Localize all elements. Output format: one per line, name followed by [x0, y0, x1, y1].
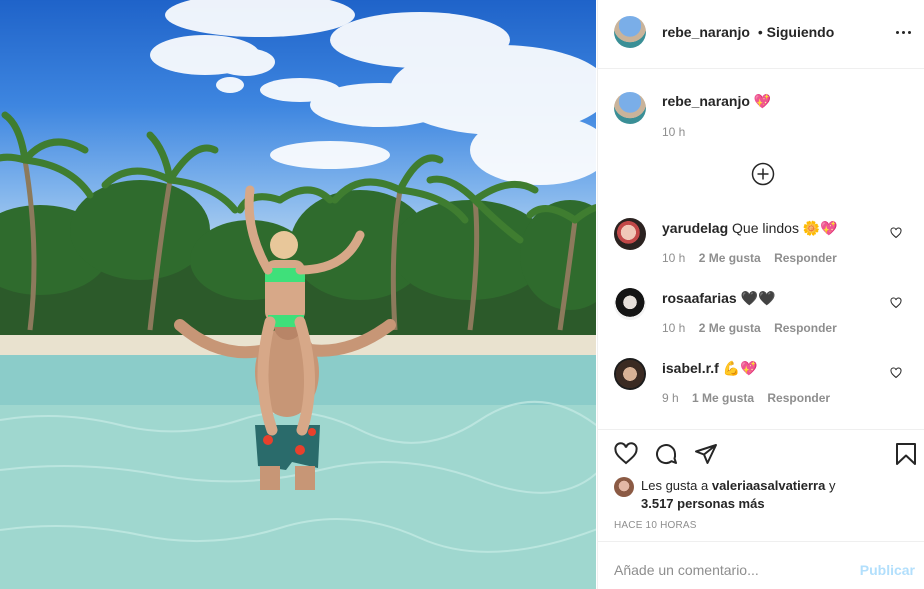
comment-time[interactable]: 10 h	[662, 251, 685, 265]
comment-line: isabel.r.f 💪💖	[662, 360, 758, 377]
avatar[interactable]	[614, 218, 646, 250]
caption-time[interactable]: 10 h	[662, 125, 685, 139]
avatar[interactable]	[614, 16, 646, 48]
comment-likes[interactable]: 1 Me gusta	[692, 391, 754, 405]
heart-icon[interactable]	[890, 367, 902, 379]
comment-username[interactable]: rosaafarias	[662, 290, 737, 306]
comment-text: 🖤🖤	[740, 290, 776, 306]
plus-circle-icon[interactable]	[751, 162, 775, 186]
caption: rebe_naranjo 💖	[662, 93, 771, 110]
reply-button[interactable]: Responder	[767, 391, 830, 405]
comment-username[interactable]: yarudelag	[662, 220, 728, 236]
likes-summary: Les gusta a valeriaasalvatierra y 3.517 …	[641, 477, 911, 513]
comment-line: yarudelag Que lindos 🌼💖	[662, 220, 838, 237]
comment-bubble-icon[interactable]	[654, 442, 678, 466]
likes-conj: y	[828, 478, 836, 493]
comment-line: rosaafarias 🖤🖤	[662, 290, 775, 307]
others-likes-link[interactable]: 3.517 personas más	[641, 496, 765, 511]
post-timestamp[interactable]: HACE 10 HORAS	[614, 520, 697, 531]
comment-text: Que lindos 🌼💖	[732, 220, 838, 236]
caption-avatar[interactable]	[614, 92, 646, 124]
comment-meta: 10 h 2 Me gusta Responder	[662, 251, 837, 265]
comment-likes[interactable]: 2 Me gusta	[699, 321, 761, 335]
heart-icon[interactable]	[890, 227, 902, 239]
header-username[interactable]: rebe_naranjo	[662, 24, 750, 40]
post-photo[interactable]	[0, 0, 596, 589]
post-header: rebe_naranjo • Siguiendo	[598, 0, 924, 69]
comment-time[interactable]: 10 h	[662, 321, 685, 335]
avatar[interactable]	[614, 288, 646, 320]
liker-username[interactable]: valeriaasalvatierra	[712, 478, 825, 493]
separator-dot: •	[757, 24, 763, 40]
post-actions: Les gusta a valeriaasalvatierra y 3.517 …	[598, 429, 924, 541]
caption-text: 💖	[753, 93, 772, 109]
reply-button[interactable]: Responder	[774, 251, 837, 265]
comment-likes[interactable]: 2 Me gusta	[699, 251, 761, 265]
heart-icon[interactable]	[890, 297, 902, 309]
bookmark-icon[interactable]	[895, 442, 917, 466]
share-paper-plane-icon[interactable]	[694, 442, 718, 466]
beach-scene-image	[0, 0, 596, 589]
comment-meta: 10 h 2 Me gusta Responder	[662, 321, 837, 335]
header-user-line: rebe_naranjo • Siguiendo	[662, 24, 834, 40]
comment-time[interactable]: 9 h	[662, 391, 679, 405]
reply-button[interactable]: Responder	[774, 321, 837, 335]
publish-button[interactable]: Publicar	[860, 562, 915, 578]
following-button[interactable]: Siguiendo	[767, 24, 835, 40]
caption-username[interactable]: rebe_naranjo	[662, 93, 750, 109]
comment-username[interactable]: isabel.r.f	[662, 360, 719, 376]
comment-meta: 9 h 1 Me gusta Responder	[662, 391, 830, 405]
more-options-icon[interactable]	[891, 20, 915, 44]
comment-input[interactable]: Añade un comentario...	[614, 562, 759, 578]
avatar[interactable]	[614, 358, 646, 390]
comment-box: Añade un comentario... Publicar	[598, 541, 924, 589]
likes-prefix: Les gusta a	[641, 478, 709, 493]
like-heart-icon[interactable]	[614, 442, 638, 466]
liker-avatar[interactable]	[614, 477, 634, 497]
comment-text: 💪💖	[722, 360, 758, 376]
post-panel: rebe_naranjo • Siguiendo rebe_naranjo 💖 …	[597, 0, 924, 589]
